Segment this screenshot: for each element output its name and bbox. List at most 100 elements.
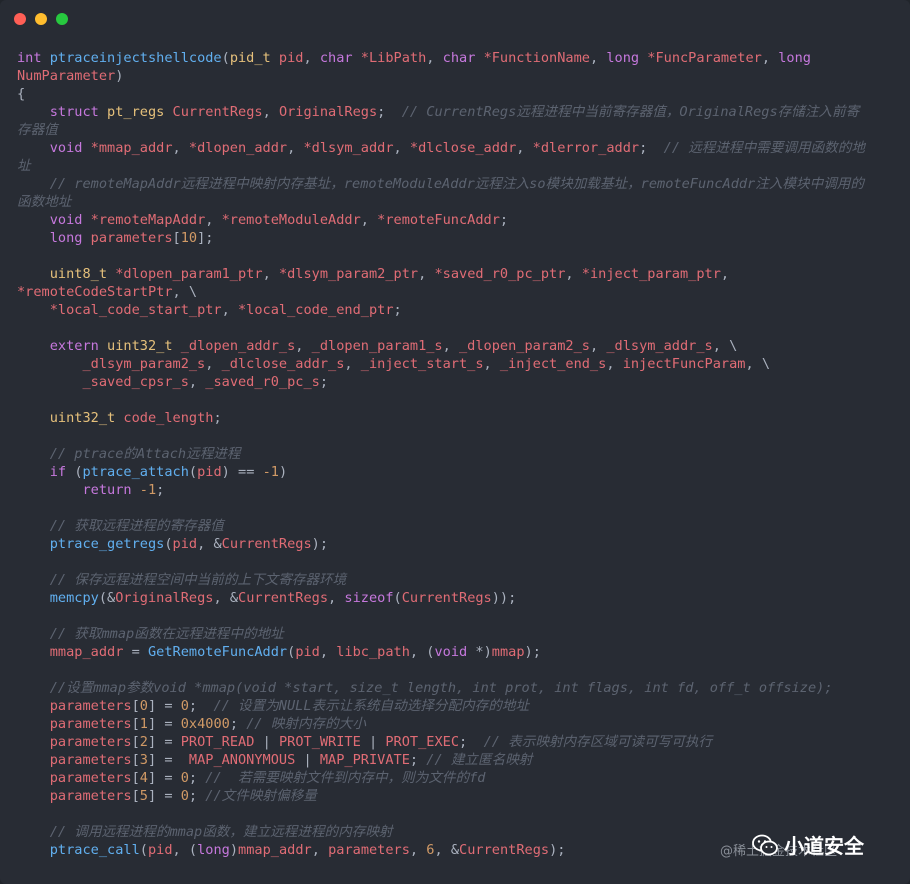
code-token-comment: 函数地址 [17,194,72,210]
code-token-punctuation [17,356,82,372]
code-token-number: 5 [139,788,148,804]
code-token-punctuation [17,266,50,282]
code-token-punctuation: , [262,104,279,120]
code-token-punctuation [17,302,50,318]
code-token-comment: //文件映射偏移量 [205,788,317,804]
code-token-identifier: *inject_param_ptr [581,266,721,282]
code-token-number: -1 [262,464,279,480]
code-token-identifier: _saved_cpsr_s [82,374,189,390]
code-token-punctuation: ; [459,734,484,750]
code-token-keyword: char [442,50,484,66]
code-token-punctuation: , [565,266,582,282]
code-token-punctuation: , [303,50,320,66]
code-line: // 保存远程进程空间中当前的上下文寄存器环境 [17,571,895,589]
code-token-keyword: long [49,230,91,246]
code-token-identifier: *dlsym_param2_ptr [278,266,419,282]
code-token-punctuation [17,446,50,462]
code-token-punctuation: ( [393,590,402,606]
code-token-punctuation: ] = [147,752,189,768]
code-token-punctuation: ) == [221,464,263,480]
code-token-keyword: if [49,464,75,480]
code-token-punctuation: ; [377,104,402,120]
code-line: parameters[2] = PROT_READ | PROT_WRITE |… [17,733,895,751]
code-token-punctuation [17,230,50,246]
code-token-punctuation [17,104,50,120]
minimize-window-button[interactable] [35,13,47,25]
code-token-keyword: char [319,50,361,66]
code-token-identifier: _dlopen_param1_s [311,338,443,354]
code-token-function: ptrace_attach [82,464,189,480]
code-token-punctuation: *) [475,644,492,660]
code-line: NumParameter) [17,67,895,85]
code-token-identifier: libc_path [336,644,410,660]
code-token-punctuation: , [483,356,500,372]
code-token-punctuation: ( [164,536,173,552]
code-token-punctuation: , [328,590,345,606]
code-token-punctuation [17,572,50,588]
code-token-punctuation: [ [131,716,140,732]
code-token-identifier: pid [147,842,173,858]
code-token-identifier: *FunctionName [483,50,590,66]
code-token-identifier: NumParameter [17,68,116,84]
code-token-punctuation: ] = [147,716,181,732]
code-token-punctuation: ] = [147,788,181,804]
code-token-keyword: int [17,50,50,66]
code-token-punctuation: ( [74,464,83,480]
code-token-type: pt_regs [107,104,173,120]
code-token-identifier: *dlerror_addr [532,140,640,156]
code-token-punctuation: , [418,266,435,282]
code-line: uint32_t code_length; [17,409,895,427]
code-token-comment: // 获取mmap函数在远程进程中的地址 [49,626,284,642]
code-token-punctuation: , [761,50,779,66]
code-token-identifier: _dlopen_param2_s [459,338,590,354]
code-line: return -1; [17,481,895,499]
code-line: // ptrace的Attach远程进程 [17,445,895,463]
code-token-identifier: *local_code_start_ptr [49,302,222,318]
code-token-punctuation: [ [131,752,140,768]
code-line: // remoteMapAddr远程进程中映射内存基址，remoteModule… [17,175,895,193]
close-window-button[interactable] [14,13,26,25]
code-token-punctuation [17,410,50,426]
code-token-punctuation [17,680,50,696]
code-token-punctuation [17,374,82,390]
code-token-punctuation: ] = [147,734,181,750]
code-token-identifier: *dlsym_addr [303,140,394,156]
code-token-punctuation: , [516,140,533,156]
code-token-identifier: *remoteFuncAddr [377,212,500,228]
code-token-number: 0 [139,698,148,714]
code-token-number: 0 [180,788,189,804]
code-token-punctuation: (& [98,590,116,606]
code-line: struct pt_regs CurrentRegs, OriginalRegs… [17,103,895,121]
code-token-punctuation: [ [131,734,140,750]
code-token-punctuation: ; [188,770,206,786]
code-token-identifier: parameters [49,752,132,768]
code-token-identifier: pid [197,464,222,480]
code-token-punctuation: ; [188,698,214,714]
code-token-punctuation [17,734,50,750]
code-token-identifier: parameters [49,770,132,786]
code-token-identifier: parameters [49,734,132,750]
code-token-function: ptrace_call [49,842,140,858]
code-token-punctuation: [ [131,698,140,714]
maximize-window-button[interactable] [56,13,68,25]
code-token-punctuation: ] = [147,698,181,714]
code-token-comment: // 映射内存的大小 [246,716,366,732]
code-line: 存器值 [17,121,895,139]
code-token-punctuation: [ [131,788,140,804]
code-token-number: 1 [139,716,148,732]
code-token-keyword: return [82,482,140,498]
code-token-punctuation [17,518,50,534]
code-token-identifier: *remoteMapAddr [90,212,206,228]
code-token-keyword: extern [49,338,108,354]
code-token-comment: 存器值 [17,122,58,138]
code-token-punctuation [17,176,50,192]
code-token-punctuation: , [393,140,410,156]
code-token-keyword: long [606,50,648,66]
code-token-comment: // 表示映射内存区域可读可写可执行 [483,734,713,750]
code-line: void *remoteMapAddr, *remoteModuleAddr, … [17,211,895,229]
